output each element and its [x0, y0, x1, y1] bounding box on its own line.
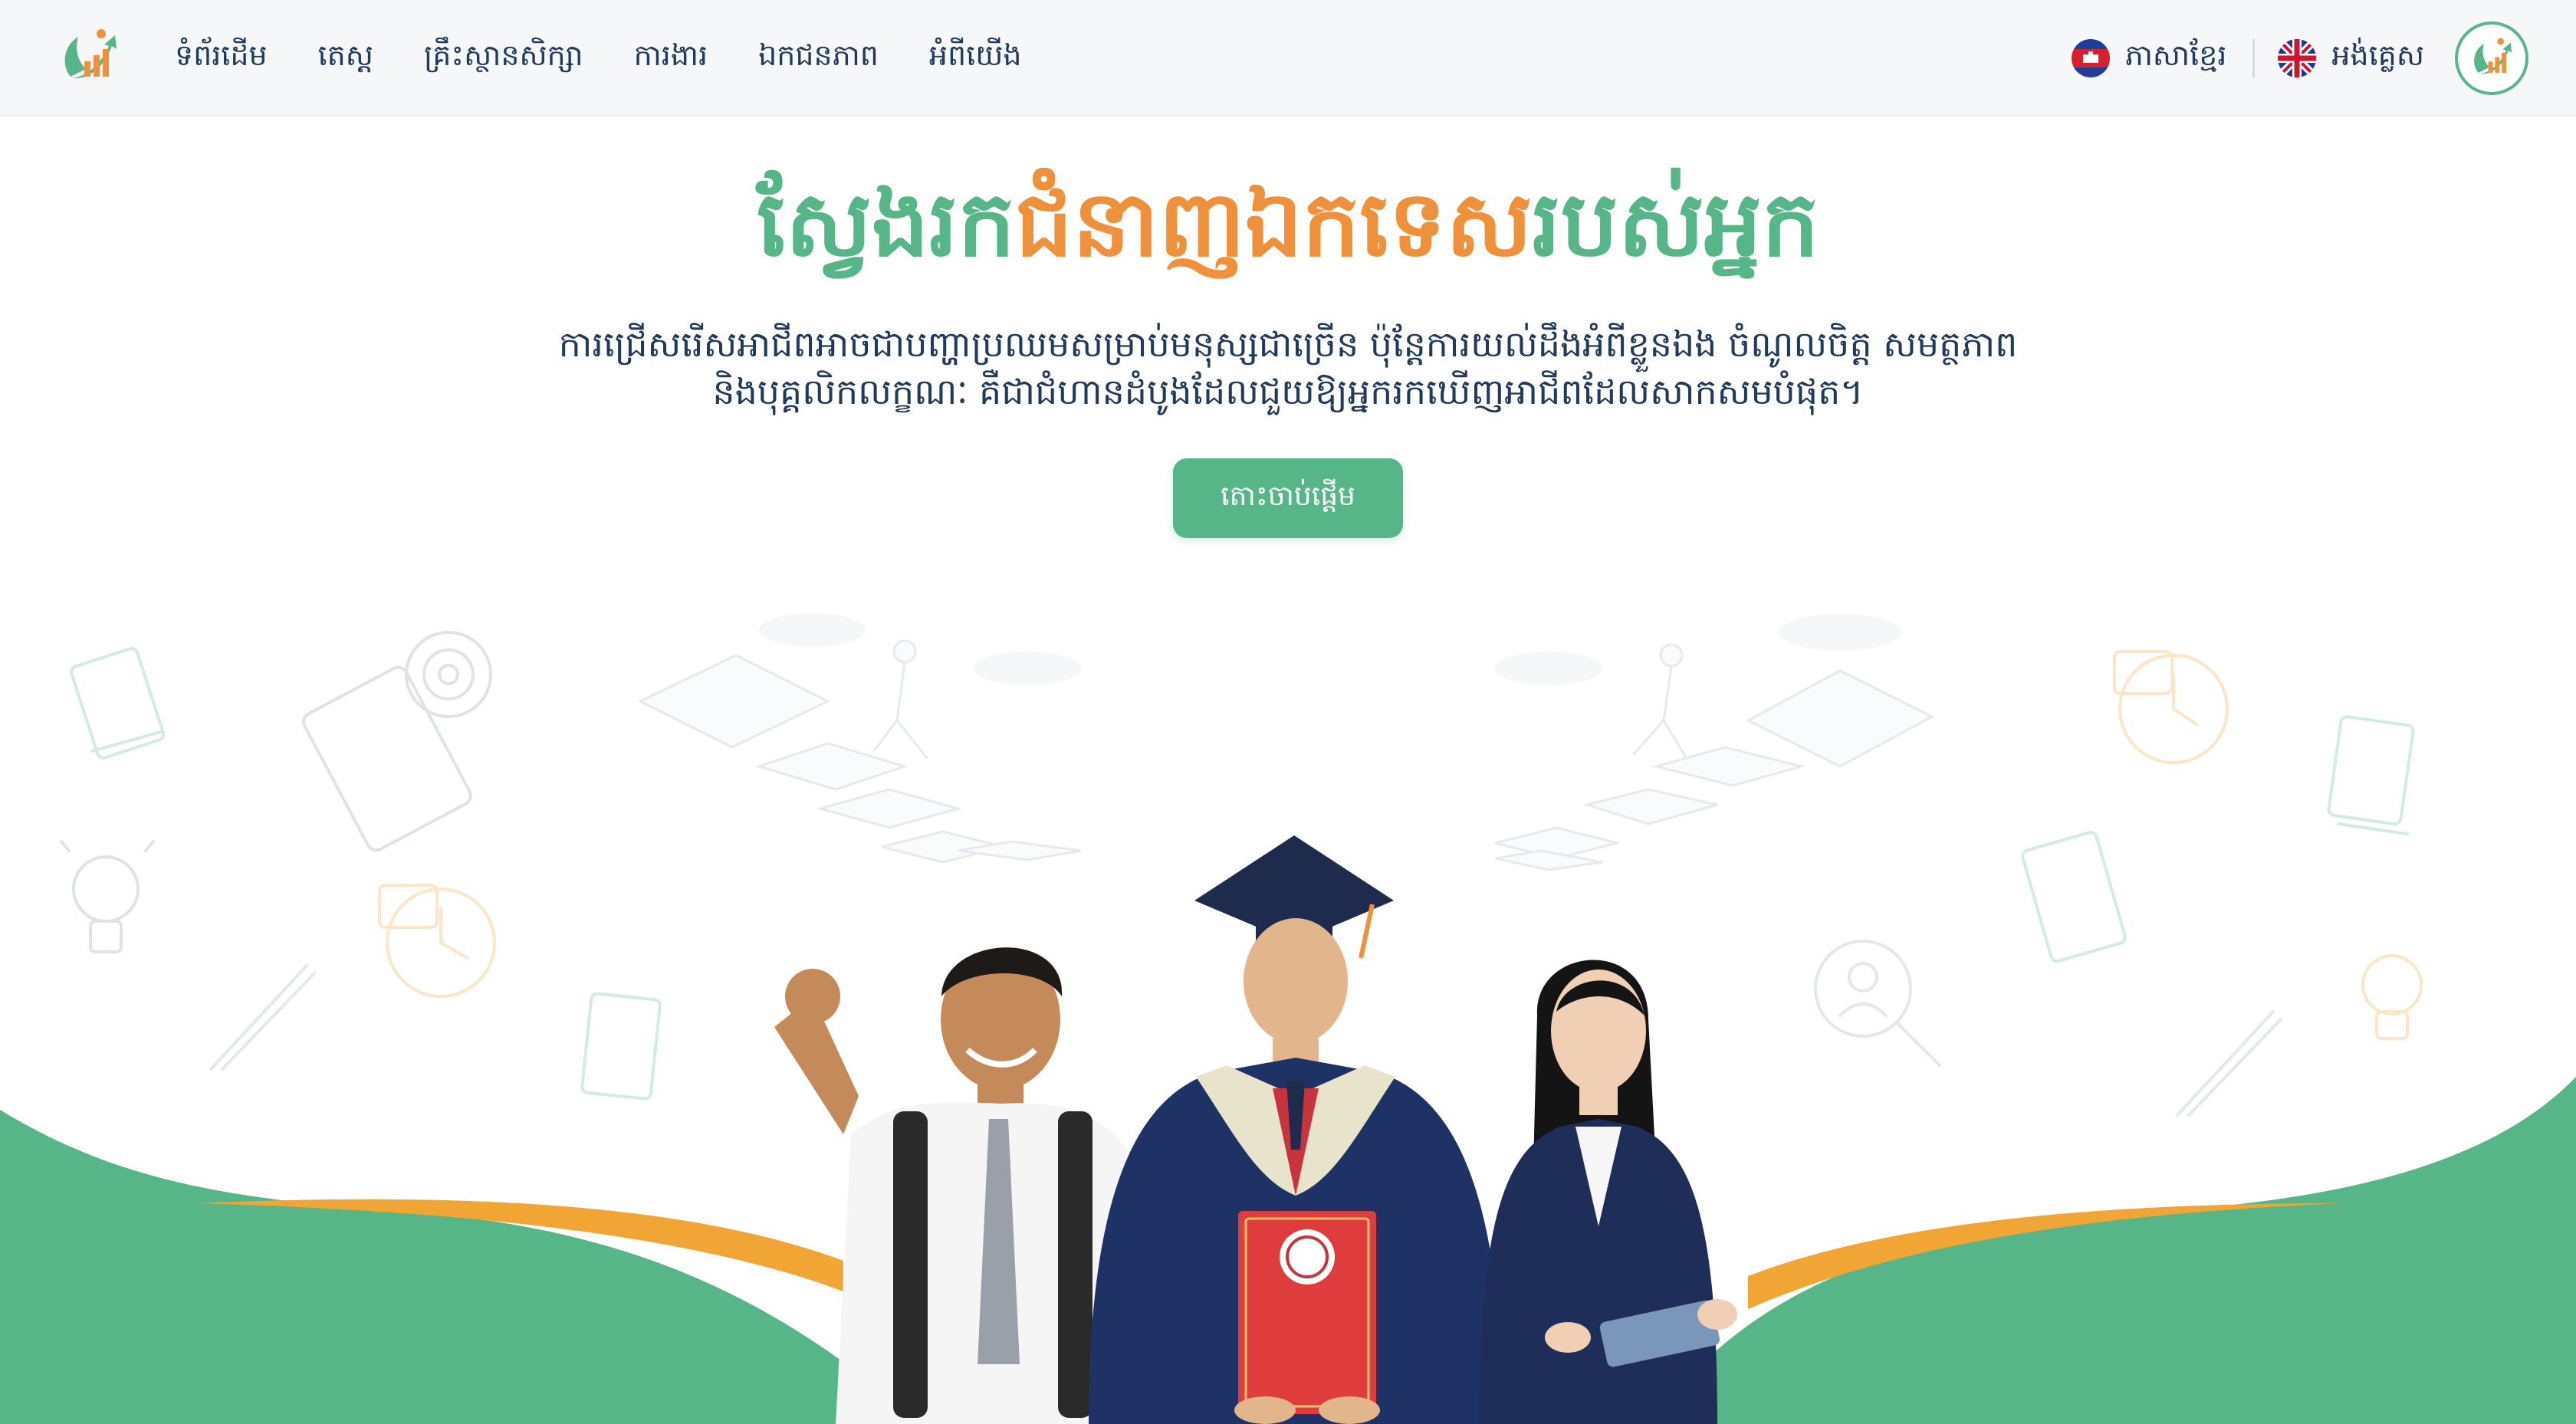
hero-title: ស្វែងរកជំនាញឯកទេសរបស់អ្នក: [0, 170, 2576, 277]
book-icon: [2327, 715, 2415, 835]
hero-artwork: [0, 613, 2576, 1424]
language-khmer-label: ភាសាខ្មែរ: [2124, 38, 2227, 72]
professional-with-tablet: [1480, 960, 1737, 1424]
career-growth-logo[interactable]: [55, 23, 123, 90]
hero-description-line2: និងបុគ្គលិកលក្ខណៈ គឺជាជំហានដំបូងដែលជួយឱ្…: [712, 371, 1864, 412]
right-green-wave: [1648, 1077, 2576, 1424]
user-avatar[interactable]: [2455, 21, 2528, 95]
book-icon: [70, 647, 166, 760]
pen-icon: [209, 964, 316, 1071]
hero-illustration: [0, 598, 2576, 1424]
book-icon: [2021, 831, 2127, 963]
nav-jobs[interactable]: ការងារ: [634, 37, 708, 80]
hero-title-part3: របស់អ្នក: [1532, 171, 1819, 277]
get-started-button[interactable]: តោះចាប់ផ្តើម: [1173, 458, 1403, 538]
language-english-label: អង់គ្លេស: [2331, 38, 2424, 72]
top-navbar: ទំព័រដើម តេស្ត គ្រឹះស្ថានសិក្សា ការងារ ឯ…: [0, 0, 2576, 116]
cambodia-flag-icon: [2071, 39, 2110, 77]
nav-about[interactable]: អំពីយើង: [929, 37, 1022, 80]
graduate-with-diploma: [1089, 835, 1503, 1424]
nav-institutions[interactable]: គ្រឹះស្ថានសិក្សា: [424, 37, 583, 80]
hero-title-part1: ស្វែងរក: [757, 171, 1016, 277]
language-english[interactable]: អង់គ្លេស: [2278, 37, 2424, 80]
uk-flag-icon: [2278, 39, 2317, 77]
language-divider: [2252, 39, 2256, 77]
lightbulb-icon: [2361, 954, 2423, 1040]
pen-icon: [2176, 1010, 2282, 1117]
magnifier-person-icon: [1814, 940, 1941, 1067]
nav-home[interactable]: ទំព័រដើម: [175, 37, 268, 80]
career-growth-logo: [2474, 38, 2512, 74]
language-switcher: ភាសាខ្មែរ អង់គ្លេស: [2071, 0, 2424, 116]
hero-description: ការជ្រើសរើសអាជីពអាចជាបញ្ហាប្រឈមសម្រាប់មន…: [429, 320, 2147, 415]
hero-title-part2: ជំនាញឯកទេស: [1015, 171, 1533, 277]
clock-briefcase-icon: [378, 884, 496, 998]
nav-test[interactable]: តេស្ត: [318, 37, 373, 80]
clipboard-target-icon: [302, 631, 492, 852]
clock-briefcase-icon: [2113, 650, 2229, 764]
main-menu: ទំព័រដើម តេស្ត គ្រឹះស្ថានសិក្សា ការងារ ឯ…: [175, 0, 1073, 116]
nav-privacy[interactable]: ឯកជនភាព: [758, 37, 879, 80]
book-icon: [580, 992, 662, 1101]
hero-description-line1: ការជ្រើសរើសអាជីពអាចជាបញ្ហាប្រឈមសម្រាប់មន…: [558, 323, 2018, 365]
lightbulb-icon: [60, 840, 155, 953]
language-khmer[interactable]: ភាសាខ្មែរ: [2071, 37, 2227, 80]
